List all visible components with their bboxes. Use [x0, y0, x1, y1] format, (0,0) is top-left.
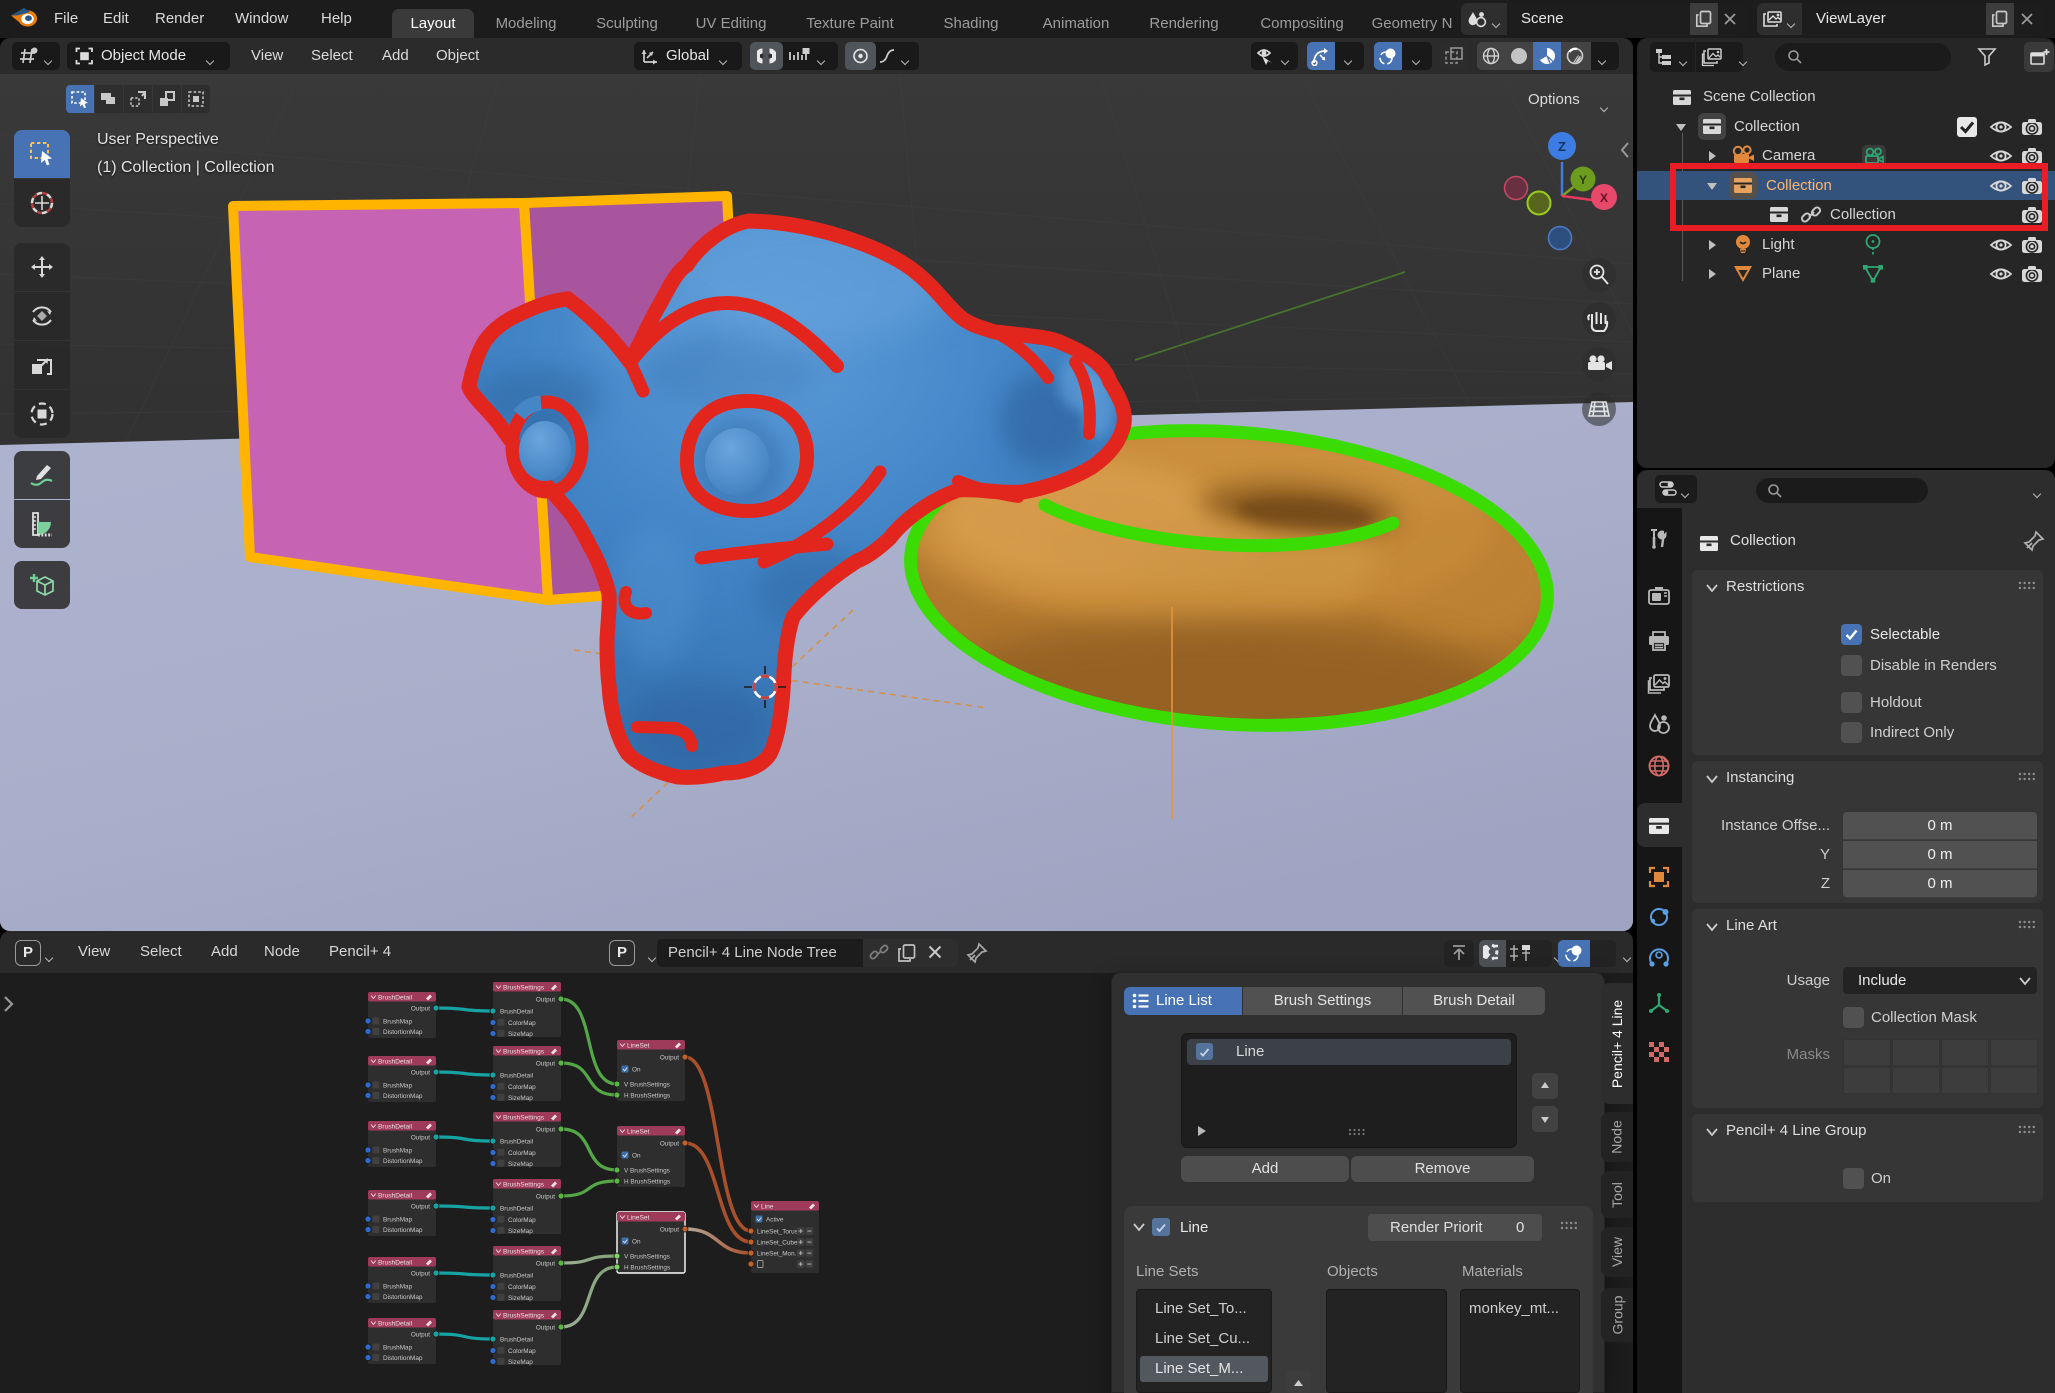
svg-text:BrushDetail: BrushDetail: [378, 1192, 413, 1199]
svg-text:ColorMap: ColorMap: [508, 1020, 536, 1027]
svg-text:BrushDetail: BrushDetail: [500, 1073, 533, 1080]
svg-text:V BrushSettings: V BrushSettings: [624, 1254, 670, 1261]
svg-text:BrushDetail: BrushDetail: [500, 1273, 533, 1280]
svg-text:BrushDetail: BrushDetail: [378, 994, 413, 1001]
svg-text:DistortionMap: DistortionMap: [383, 1227, 423, 1234]
svg-text:Active: Active: [766, 1217, 784, 1224]
svg-text:BrushDetail: BrushDetail: [378, 1259, 413, 1266]
svg-text:DistortionMap: DistortionMap: [383, 1355, 423, 1362]
svg-text:BrushMap: BrushMap: [383, 1284, 413, 1291]
svg-text:BrushMap: BrushMap: [383, 1345, 413, 1352]
svg-text:SizeMap: SizeMap: [508, 1228, 533, 1235]
svg-text:On: On: [632, 1239, 641, 1246]
svg-text:Output: Output: [536, 997, 555, 1004]
svg-text:ColorMap: ColorMap: [508, 1217, 536, 1224]
svg-text:BrushDetail: BrushDetail: [378, 1058, 413, 1065]
svg-text:DistortionMap: DistortionMap: [383, 1093, 423, 1100]
svg-text:ColorMap: ColorMap: [508, 1084, 536, 1091]
svg-text:Output: Output: [660, 1141, 679, 1148]
svg-text:ColorMap: ColorMap: [508, 1284, 536, 1291]
svg-text:BrushMap: BrushMap: [383, 1083, 413, 1090]
svg-text:LineSet: LineSet: [627, 1128, 650, 1135]
svg-text:Output: Output: [536, 1061, 555, 1068]
svg-text:Y: Y: [1579, 173, 1587, 187]
svg-text:Output: Output: [536, 1194, 555, 1201]
svg-text:Output: Output: [411, 1006, 430, 1013]
svg-text:BrushDetail: BrushDetail: [378, 1123, 413, 1130]
svg-text:DistortionMap: DistortionMap: [383, 1029, 423, 1036]
svg-text:BrushDetail: BrushDetail: [500, 1139, 533, 1146]
svg-text:Line: Line: [761, 1203, 774, 1210]
svg-text:DistortionMap: DistortionMap: [383, 1294, 423, 1301]
svg-text:Output: Output: [411, 1332, 430, 1339]
svg-text:Output: Output: [536, 1325, 555, 1332]
svg-text:BrushSettings: BrushSettings: [503, 984, 545, 991]
svg-text:Output: Output: [536, 1127, 555, 1134]
svg-text:H BrushSettings: H BrushSettings: [624, 1179, 670, 1186]
svg-text:LineSet: LineSet: [627, 1214, 650, 1221]
svg-text:V BrushSettings: V BrushSettings: [624, 1168, 670, 1175]
svg-text:BrushSettings: BrushSettings: [503, 1181, 545, 1188]
svg-text:X: X: [1600, 191, 1608, 205]
svg-text:BrushSettings: BrushSettings: [503, 1114, 545, 1121]
svg-text:BrushSettings: BrushSettings: [503, 1312, 545, 1319]
svg-text:LineSet_Torus: LineSet_Torus: [757, 1229, 798, 1236]
svg-text:LineSet: LineSet: [627, 1042, 650, 1049]
svg-text:BrushDetail: BrushDetail: [500, 1337, 533, 1344]
svg-text:Output: Output: [411, 1271, 430, 1278]
svg-text:ColorMap: ColorMap: [508, 1348, 536, 1355]
svg-text:On: On: [632, 1067, 641, 1074]
svg-text:On: On: [632, 1153, 641, 1160]
svg-text:BrushSettings: BrushSettings: [503, 1248, 545, 1255]
svg-text:SizeMap: SizeMap: [508, 1295, 533, 1302]
svg-text:ColorMap: ColorMap: [508, 1150, 536, 1157]
svg-text:Output: Output: [660, 1055, 679, 1062]
svg-text:BrushMap: BrushMap: [383, 1148, 413, 1155]
svg-text:BrushMap: BrushMap: [383, 1019, 413, 1026]
svg-text:LineSet_Mon..: LineSet_Mon..: [757, 1251, 798, 1258]
svg-text:Output: Output: [411, 1135, 430, 1142]
svg-text:SizeMap: SizeMap: [508, 1161, 533, 1168]
svg-text:DistortionMap: DistortionMap: [383, 1158, 423, 1165]
svg-text:Output: Output: [536, 1261, 555, 1268]
svg-text:BrushSettings: BrushSettings: [503, 1048, 545, 1055]
svg-text:SizeMap: SizeMap: [508, 1031, 533, 1038]
svg-text:BrushDetail: BrushDetail: [500, 1009, 533, 1016]
svg-text:SizeMap: SizeMap: [508, 1359, 533, 1366]
svg-text:BrushMap: BrushMap: [383, 1217, 413, 1224]
svg-text:Output: Output: [411, 1204, 430, 1211]
svg-text:H BrushSettings: H BrushSettings: [624, 1265, 670, 1272]
svg-text:SizeMap: SizeMap: [508, 1095, 533, 1102]
svg-text:LineSet_Cube: LineSet_Cube: [757, 1240, 798, 1247]
svg-text:H BrushSettings: H BrushSettings: [624, 1093, 670, 1100]
svg-text:Z: Z: [1558, 139, 1566, 154]
svg-text:V BrushSettings: V BrushSettings: [624, 1082, 670, 1089]
svg-text:BrushDetail: BrushDetail: [378, 1320, 413, 1327]
svg-text:Output: Output: [660, 1227, 679, 1234]
svg-text:BrushDetail: BrushDetail: [500, 1206, 533, 1213]
svg-text:Output: Output: [411, 1070, 430, 1077]
